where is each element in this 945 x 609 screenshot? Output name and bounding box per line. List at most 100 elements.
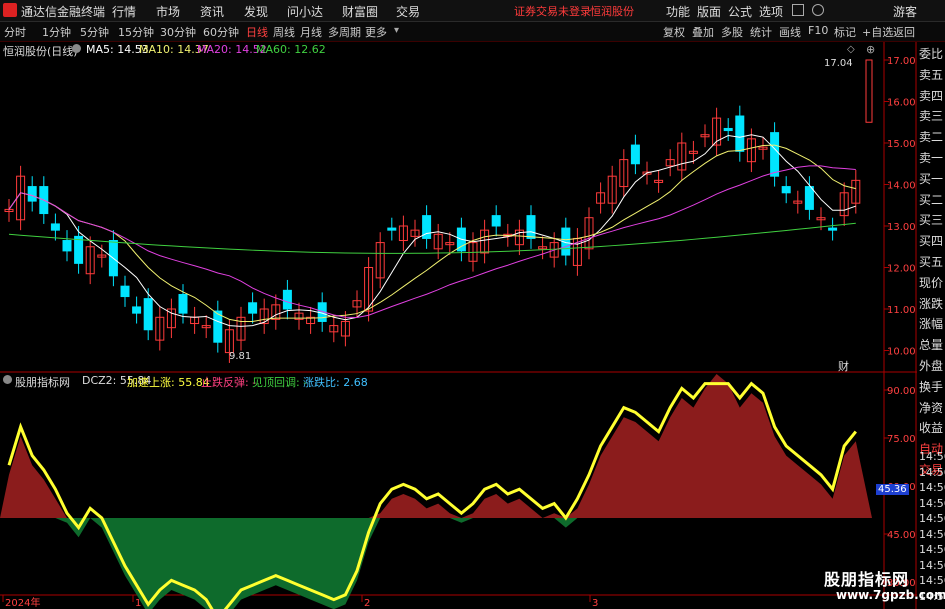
btn-fuquan[interactable]: 复权: [663, 24, 685, 40]
more-chevron-icon[interactable]: ▾: [394, 25, 399, 36]
candle-body: [630, 144, 640, 165]
btn-draw[interactable]: 画线: [779, 24, 801, 40]
tab-5min[interactable]: 5分钟: [80, 24, 109, 40]
candle-body: [282, 289, 292, 310]
candle-body: [865, 59, 873, 123]
sidebar-item[interactable]: 外盘: [919, 357, 943, 374]
tab-weekly[interactable]: 周线: [273, 24, 295, 40]
menu-ask[interactable]: 问小达: [287, 3, 323, 20]
candle-body: [120, 285, 130, 298]
settings-icon[interactable]: [72, 44, 81, 53]
app-title: 通达信金融终端: [21, 5, 106, 19]
sidebar-time: 14:56: [919, 465, 945, 479]
menu-wealth[interactable]: 财富圈: [342, 3, 378, 20]
sidebar-time: 14:56: [919, 481, 945, 494]
indicator-tick-label: 45.00: [887, 530, 916, 541]
sidebar-item[interactable]: 买一: [919, 170, 943, 187]
candle-body: [828, 227, 838, 231]
indicator-top: 见顶回调: -: [252, 376, 308, 389]
tab-intraday[interactable]: 分时: [4, 24, 26, 40]
sidebar-item[interactable]: 买二: [919, 191, 943, 208]
candle-body: [74, 235, 84, 264]
menu-discover[interactable]: 发现: [244, 3, 268, 20]
guest-label[interactable]: 游客: [893, 3, 917, 20]
zoom-icon[interactable]: ⊕: [866, 43, 875, 56]
indicator-name: 股朋指标网: [15, 376, 70, 389]
btn-f10[interactable]: F10: [808, 24, 828, 37]
tab-1min[interactable]: 1分钟: [42, 24, 71, 40]
candle-body: [804, 186, 814, 210]
btn-statistics[interactable]: 统计: [750, 24, 772, 40]
chart-title: 恒润股份(日线): [3, 45, 78, 58]
indicator-rebound: 止跌反弹: -: [201, 376, 257, 389]
diamond-icon[interactable]: ◇: [847, 44, 855, 55]
sidebar-item[interactable]: 委比: [919, 45, 943, 62]
high-price-label: 17.04: [824, 58, 853, 69]
ma10-line: [8, 144, 856, 322]
price-tick-label: 11.00: [887, 305, 916, 316]
sidebar-item[interactable]: 换手: [919, 378, 943, 395]
menu-function[interactable]: 功能: [666, 3, 690, 20]
candle-body: [735, 115, 745, 152]
chart-canvas[interactable]: 17.00 16.00 15.00 14.00 13.00 12.00 11.00 10.00…: [0, 42, 945, 609]
sidebar-item[interactable]: 卖五: [919, 66, 943, 83]
tab-monthly[interactable]: 月线: [300, 24, 322, 40]
sidebar-item[interactable]: 买三: [919, 211, 943, 228]
menu-news[interactable]: 资讯: [200, 3, 224, 20]
sidebar-item[interactable]: 卖一: [919, 149, 943, 166]
candle-body: [248, 302, 258, 314]
menu-layout[interactable]: 版面: [697, 3, 721, 20]
menu-market-quotes[interactable]: 行情: [112, 3, 136, 20]
btn-multi-stock[interactable]: 多股: [721, 24, 743, 40]
ma5-line: [8, 134, 856, 327]
sidebar-time: 14:56: [919, 496, 945, 510]
tab-multi-period[interactable]: 多周期: [328, 24, 361, 40]
btn-back[interactable]: 返回: [893, 24, 915, 40]
sidebar-item[interactable]: 净资: [919, 399, 943, 416]
candle-body: [178, 293, 188, 314]
candle-body: [723, 127, 733, 132]
sidebar-item[interactable]: 总量: [919, 336, 943, 353]
ma60-label: MA60: 12.62: [256, 43, 326, 56]
candle-body: [770, 132, 780, 177]
btn-overlay[interactable]: 叠加: [692, 24, 714, 40]
indicator-accel: 加速上涨: 55.84: [127, 376, 210, 389]
sidebar-item[interactable]: 买五: [919, 253, 943, 270]
sidebar-time: 14:56: [919, 574, 945, 587]
menu-options[interactable]: 选项: [759, 3, 783, 20]
price-tick-label: 14.00: [887, 181, 916, 192]
price-tick-label: 15.00: [887, 139, 916, 150]
watermark-name: 股朋指标网: [824, 570, 910, 589]
tab-more[interactable]: 更多: [365, 24, 387, 40]
candle-body: [50, 223, 60, 231]
date-tick-label: 1: [135, 598, 141, 609]
tab-15min[interactable]: 15分钟: [118, 24, 154, 40]
candle-body: [62, 240, 72, 252]
sidebar-item[interactable]: 卖三: [919, 107, 943, 124]
tab-30min[interactable]: 30分钟: [160, 24, 196, 40]
indicator-settings-icon[interactable]: [3, 375, 12, 384]
sidebar-item[interactable]: 现价: [919, 274, 943, 291]
btn-add-watchlist[interactable]: +自选: [862, 24, 893, 40]
btn-mark[interactable]: 标记: [834, 24, 856, 40]
sidebar-item[interactable]: 卖四: [919, 87, 943, 104]
sidebar-item[interactable]: 涨跌: [919, 295, 943, 312]
date-axis: 2024年 1 2 3: [2, 595, 598, 609]
sidebar-time: 14:56: [919, 558, 945, 572]
tab-daily[interactable]: 日线: [246, 24, 268, 40]
price-tick-label: 13.00: [887, 222, 916, 233]
sidebar-item[interactable]: 涨幅: [919, 315, 943, 332]
indicator-panel: [0, 374, 872, 609]
trade-login-notice[interactable]: 证券交易未登录: [514, 3, 591, 19]
price-tick-label: 16.00: [887, 98, 916, 109]
menu-formula[interactable]: 公式: [728, 3, 752, 20]
user-icon[interactable]: [812, 4, 824, 16]
menu-market[interactable]: 市场: [156, 3, 180, 20]
sidebar-item[interactable]: 收益: [919, 419, 943, 436]
menu-trade[interactable]: 交易: [396, 3, 420, 20]
sidebar-item[interactable]: 买四: [919, 232, 943, 249]
finance-marker[interactable]: 财: [838, 358, 849, 374]
skin-icon[interactable]: [792, 4, 804, 16]
sidebar-item[interactable]: 卖二: [919, 128, 943, 145]
tab-60min[interactable]: 60分钟: [203, 24, 239, 40]
